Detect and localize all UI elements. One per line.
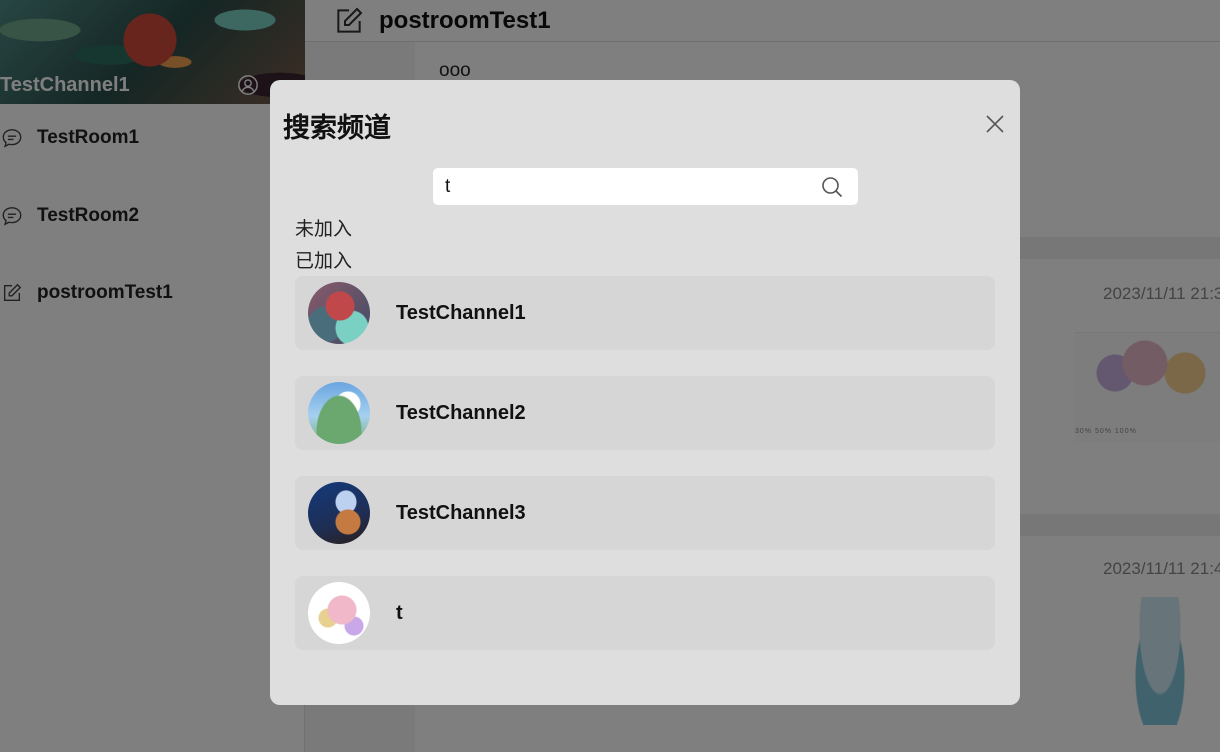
- channel-avatar: [308, 582, 370, 644]
- section-joined: 已加入: [295, 251, 353, 272]
- channel-result-name: TestChannel2: [396, 402, 526, 424]
- dialog-title: 搜索频道: [283, 113, 391, 143]
- search-input[interactable]: [433, 168, 813, 205]
- channel-avatar: [308, 482, 370, 544]
- search-box: [433, 168, 858, 205]
- search-icon[interactable]: [820, 175, 844, 199]
- channel-result-item[interactable]: TestChannel1: [295, 276, 995, 350]
- channel-result-name: TestChannel3: [396, 502, 526, 524]
- search-channel-dialog: 搜索频道 未加入 已加入 TestChannel1 TestChannel2 T…: [270, 80, 1020, 705]
- channel-result-name: TestChannel1: [396, 302, 526, 324]
- channel-result-name: t: [396, 602, 403, 624]
- channel-avatar: [308, 282, 370, 344]
- section-not-joined: 未加入: [295, 219, 353, 240]
- close-icon[interactable]: [981, 110, 1009, 138]
- channel-avatar: [308, 382, 370, 444]
- channel-result-item[interactable]: t: [295, 576, 995, 650]
- channel-result-item[interactable]: TestChannel2: [295, 376, 995, 450]
- channel-result-item[interactable]: TestChannel3: [295, 476, 995, 550]
